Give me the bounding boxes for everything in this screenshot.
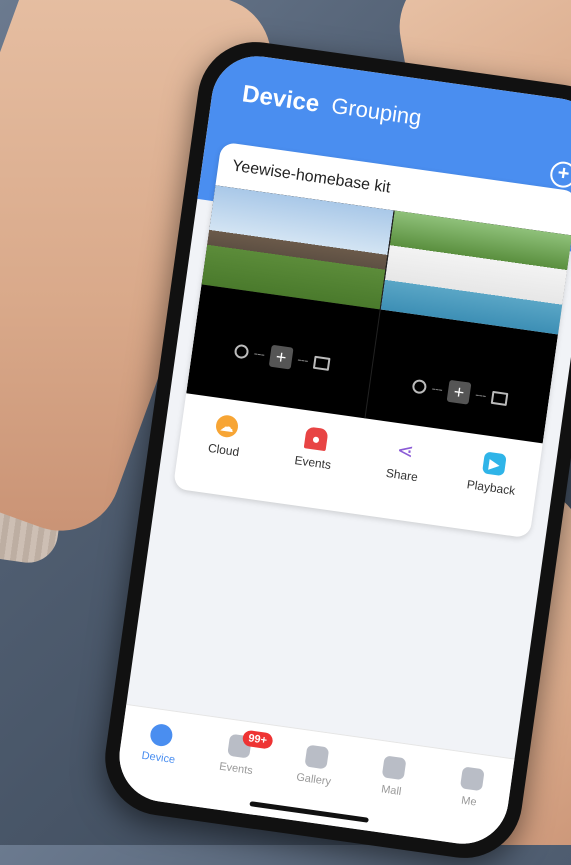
cart-icon: [382, 755, 407, 781]
add-camera-connector[interactable]: +: [233, 340, 331, 375]
add-icon[interactable]: +: [446, 379, 472, 405]
nav-label: Gallery: [295, 771, 332, 789]
tab-grouping[interactable]: Grouping: [330, 93, 423, 131]
plus-circle-icon: +: [556, 161, 571, 186]
add-device-button[interactable]: +: [548, 159, 571, 190]
nav-label: Mall: [380, 783, 403, 799]
nav-item-device[interactable]: Device: [121, 720, 195, 805]
action-label: Share: [385, 465, 419, 485]
playback-icon: ▶: [481, 451, 507, 477]
camera-icon: [233, 343, 250, 360]
nav-item-me[interactable]: Me: [431, 763, 505, 848]
nav-label: Events: [218, 760, 254, 778]
nav-item-mall[interactable]: Mall: [354, 753, 428, 838]
action-label: Playback: [465, 477, 517, 498]
add-icon[interactable]: +: [268, 344, 294, 370]
events-action[interactable]: ● Events: [272, 422, 357, 475]
camera-icon: [149, 722, 174, 748]
tab-device[interactable]: Device: [240, 80, 321, 118]
camera-tile[interactable]: +: [186, 185, 394, 418]
nav-label: Device: [140, 749, 176, 767]
camera-icon: [411, 378, 428, 395]
playback-action[interactable]: ▶ Playback: [450, 447, 535, 500]
nav-label: Me: [460, 794, 478, 809]
add-camera-connector[interactable]: +: [411, 375, 509, 410]
device-card[interactable]: Yeewise-homebase kit + + ☁ Cloud ● Event…: [172, 141, 571, 539]
camera-preview-image: [201, 185, 394, 310]
camera-tile[interactable]: +: [364, 210, 571, 444]
monitor-icon: [490, 390, 509, 406]
cloud-action[interactable]: ☁ Cloud: [183, 410, 268, 463]
cloud-icon: ☁: [214, 413, 240, 439]
action-label: Cloud: [207, 440, 241, 460]
action-label: Events: [293, 453, 332, 473]
monitor-icon: [312, 355, 331, 371]
share-icon: ⋖: [395, 439, 416, 464]
user-icon: [459, 766, 485, 792]
camera-preview-image: [380, 210, 571, 335]
share-action[interactable]: ⋖ Share: [361, 435, 446, 488]
camera-grid: + +: [186, 185, 571, 444]
gallery-icon: [304, 744, 330, 770]
siren-icon: ●: [303, 426, 329, 452]
